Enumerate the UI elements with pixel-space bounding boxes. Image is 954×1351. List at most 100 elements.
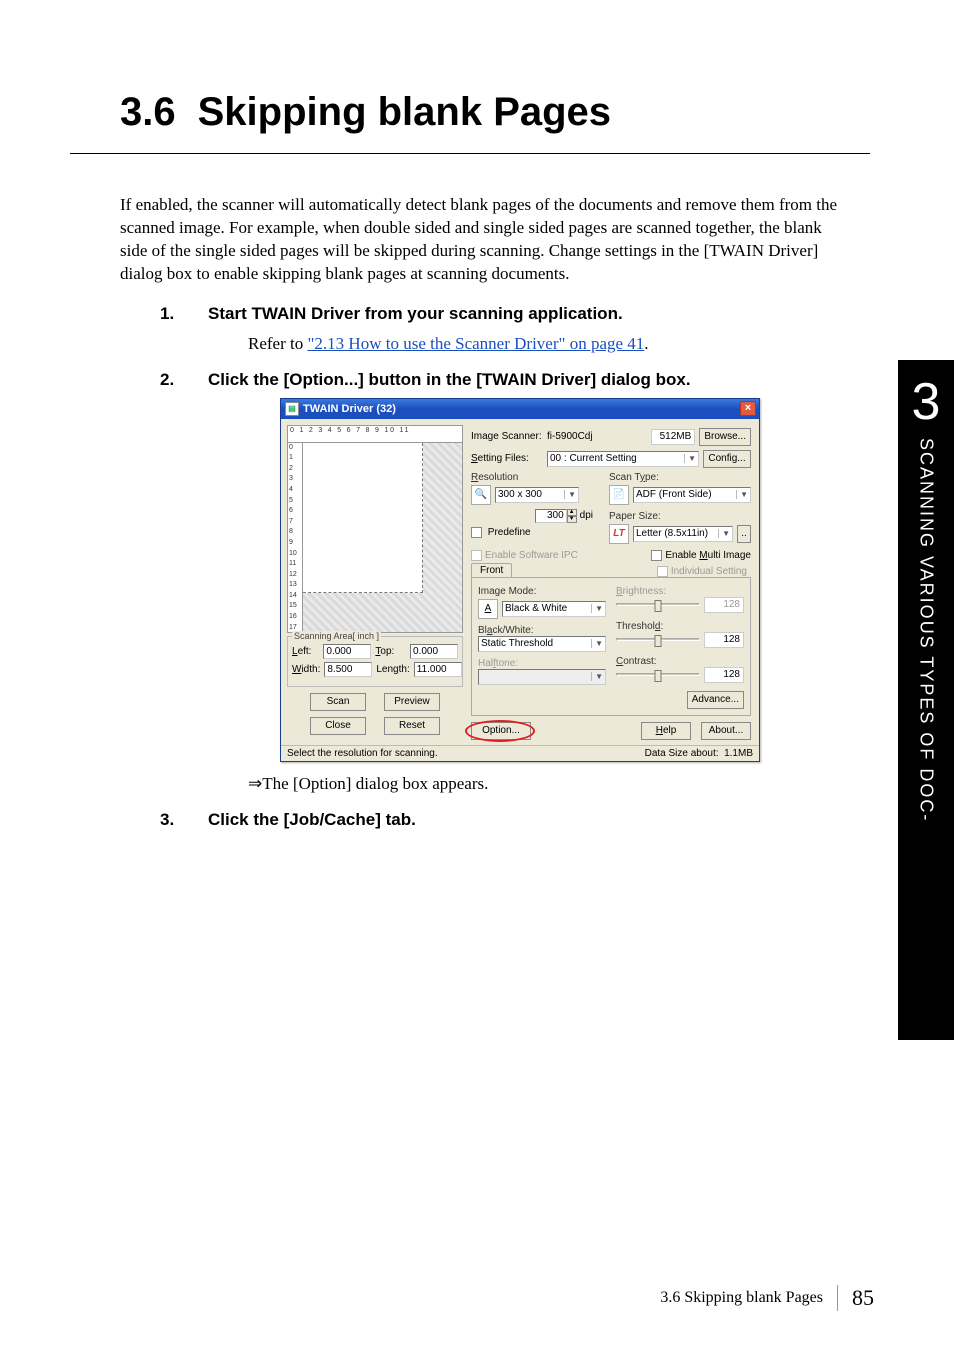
scanner-label: Image Scanner: (471, 431, 543, 442)
scanning-area-group: Scanning Area[ inch ] Left: Top: Width: (287, 636, 463, 687)
step-1-suffix: . (644, 334, 648, 353)
result-arrow-line: ⇒The [Option] dialog box appears. (248, 774, 884, 794)
individual-setting: Individual Setting (657, 566, 751, 577)
dpi-spinner[interactable]: 300 ▲▼ (535, 509, 577, 523)
section-number: 3.6 (120, 90, 176, 134)
close-button[interactable]: Close (310, 717, 366, 735)
title-rule (70, 153, 870, 154)
paper-size-label: Paper Size: (609, 511, 751, 522)
blackwhite-label: Black/White: (478, 625, 606, 636)
data-size-label: Data Size about: (645, 748, 719, 759)
image-mode-select[interactable]: Black & White▼ (502, 601, 606, 617)
chapter-label: SCANNING VARIOUS TYPES OF DOC- (916, 438, 937, 822)
halftone-label: Halftone: (478, 658, 606, 669)
threshold-slider[interactable]: 128 (616, 632, 744, 648)
left-panel: 0 1 2 3 4 5 6 7 8 9 10 11 0 1 2 3 4 5 (287, 425, 463, 743)
advance-button[interactable]: Advance... (687, 691, 744, 709)
step-1-head: Start TWAIN Driver from your scanning ap… (208, 304, 884, 324)
enable-multi-image[interactable]: Enable Multi Image (651, 550, 751, 561)
status-text: Select the resolution for scanning. (287, 748, 438, 759)
step-3-number: 3. (160, 810, 174, 830)
steps-list: 1. Start TWAIN Driver from your scanning… (160, 304, 884, 830)
width-input[interactable] (324, 662, 372, 677)
setting-files-select[interactable]: 00 : Current Setting▼ (547, 451, 699, 467)
ruler-horizontal: 0 1 2 3 4 5 6 7 8 9 10 11 (287, 425, 463, 443)
image-mode-label: Image Mode: (478, 586, 606, 597)
setting-files-label: Setting Files: (471, 453, 543, 464)
predefine-label: Predefine (488, 527, 531, 538)
browse-button[interactable]: Browse... (699, 428, 751, 446)
status-bar: Select the resolution for scanning. Data… (281, 745, 759, 761)
app-icon: ▤ (285, 402, 299, 416)
step-3-head: Click the [Job/Cache] tab. (208, 810, 884, 830)
paper-size-select[interactable]: Letter (8.5x11in)▼ (633, 526, 733, 542)
resolution-select[interactable]: 300 x 300▼ (495, 487, 579, 503)
memory-value: 512MB (651, 429, 695, 445)
step-2-number: 2. (160, 370, 174, 390)
option-button[interactable]: Option... (471, 722, 531, 740)
scanner-driver-link[interactable]: "2.13 How to use the Scanner Driver" on … (307, 334, 644, 353)
about-button[interactable]: About... (701, 722, 751, 740)
data-size-value: 1.1MB (724, 748, 753, 759)
front-tab[interactable]: Front (471, 563, 512, 577)
scanning-area-legend: Scanning Area[ inch ] (292, 631, 381, 641)
close-icon[interactable]: × (740, 401, 756, 416)
contrast-value: 128 (704, 667, 744, 683)
left-input[interactable] (323, 644, 371, 659)
contrast-slider[interactable]: 128 (616, 667, 744, 683)
step-1-number: 1. (160, 304, 174, 324)
step-1: 1. Start TWAIN Driver from your scanning… (160, 304, 884, 354)
enable-ipc: Enable Software IPC (471, 550, 578, 561)
twain-dialog-figure: ▤ TWAIN Driver (32) × 0 1 2 3 4 5 6 7 8 … (280, 398, 884, 762)
blackwhite-select[interactable]: Static Threshold▼ (478, 636, 606, 652)
step-1-prefix: Refer to (248, 334, 307, 353)
page-footer: 3.6 Skipping blank Pages 85 (660, 1285, 874, 1311)
config-button[interactable]: Config... (703, 450, 751, 468)
help-button[interactable]: Help (641, 722, 691, 740)
section-heading: 3.6 Skipping blank Pages (120, 90, 884, 135)
right-panel: Image Scanner: fi-5900Cdj 512MB Browse..… (469, 425, 753, 743)
scan-button[interactable]: Scan (310, 693, 366, 711)
scan-type-select[interactable]: ADF (Front Side)▼ (633, 487, 751, 503)
chapter-side-tab: 3 SCANNING VARIOUS TYPES OF DOC- (898, 360, 954, 1040)
scan-type-icon: 📄 (609, 485, 629, 505)
resolution-icon: 🔍 (471, 485, 491, 505)
brightness-label: Brightness: (616, 586, 744, 597)
reset-button[interactable]: Reset (384, 717, 440, 735)
dpi-unit: dpi (580, 510, 593, 521)
step-3: 3. Click the [Job/Cache] tab. (160, 810, 884, 830)
contrast-label: Contrast: (616, 656, 744, 667)
footer-section-label: 3.6 Skipping blank Pages (660, 1289, 823, 1307)
window-title: TWAIN Driver (32) (303, 403, 396, 415)
section-title-text: Skipping blank Pages (198, 90, 611, 134)
top-label: Top: (375, 646, 406, 657)
title-bar: ▤ TWAIN Driver (32) × (281, 399, 759, 419)
length-input[interactable] (414, 662, 462, 677)
length-label: Length: (376, 664, 409, 675)
step-2: 2. Click the [Option...] button in the [… (160, 370, 884, 794)
page-number: 85 (837, 1285, 874, 1311)
halftone-select: ▼ (478, 669, 606, 685)
chapter-number: 3 (912, 376, 941, 428)
top-input[interactable] (410, 644, 458, 659)
twain-dialog: ▤ TWAIN Driver (32) × 0 1 2 3 4 5 6 7 8 … (280, 398, 760, 762)
step-1-body: Refer to "2.13 How to use the Scanner Dr… (248, 334, 884, 354)
intro-paragraph: If enabled, the scanner will automatical… (120, 194, 840, 286)
preview-button[interactable]: Preview (384, 693, 440, 711)
step-2-head: Click the [Option...] button in the [TWA… (208, 370, 884, 390)
width-label: Width: (292, 664, 320, 675)
paper-size-icon: LT (609, 524, 629, 544)
preview-page-outline (303, 443, 423, 593)
image-mode-icon: A (478, 599, 498, 619)
scan-type-label: Scan Type: (609, 472, 751, 483)
threshold-label: Threshold: (616, 621, 744, 632)
predefine-checkbox[interactable] (471, 527, 482, 538)
ruler-vertical: 0 1 2 3 4 5 6 7 8 9 (287, 443, 303, 633)
paper-size-extra-button[interactable]: .. (737, 525, 751, 543)
brightness-value: 128 (704, 597, 744, 613)
left-label: Left: (292, 646, 319, 657)
threshold-value: 128 (704, 632, 744, 648)
scanner-value: fi-5900Cdj (547, 431, 647, 442)
preview-canvas[interactable] (303, 443, 463, 633)
brightness-slider: 128 (616, 597, 744, 613)
